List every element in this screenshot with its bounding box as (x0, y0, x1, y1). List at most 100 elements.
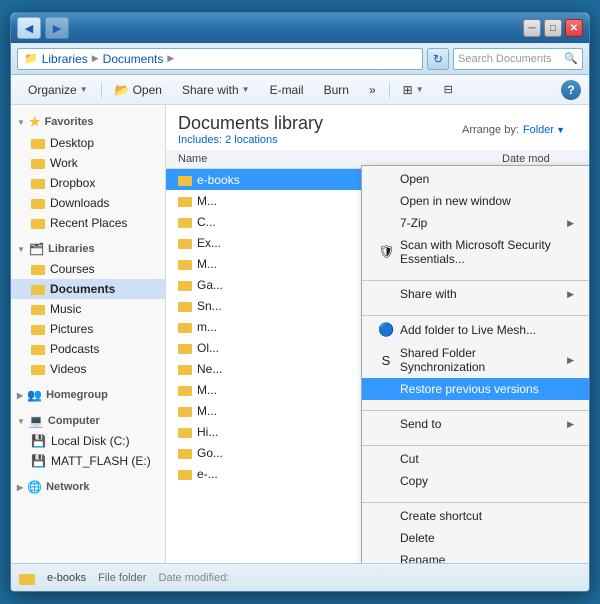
context-menu-item-16[interactable]: Create shortcut (362, 505, 589, 527)
ctx-item-arrow-icon: ▶ (567, 419, 574, 430)
sidebar-item-documents[interactable]: Documents (11, 279, 165, 299)
arrange-value: Folder (523, 124, 554, 136)
libraries-header[interactable]: ▼ 🗂 Libraries (11, 239, 165, 259)
context-menu-item-6[interactable] (362, 305, 589, 313)
context-menu-item-3[interactable]: 🛡Scan with Microsoft Security Essentials… (362, 234, 589, 270)
ctx-item-label: Add folder to Live Mesh... (400, 323, 536, 337)
search-placeholder: Search Documents (458, 53, 552, 65)
podcasts-folder-icon (31, 343, 45, 355)
sidebar-item-downloads[interactable]: Downloads (11, 193, 165, 213)
sidebar-item-podcasts[interactable]: Podcasts (11, 339, 165, 359)
forward-button[interactable]: ▶ (45, 17, 69, 39)
organize-button[interactable]: Organize ▼ (19, 79, 97, 101)
ctx-item-label: 7-Zip (400, 216, 427, 230)
explorer-window: ◀ ▶ ─ □ ✕ 📁 Libraries ▶ Documents ▶ ↻ Se… (10, 12, 590, 592)
context-menu-item-14[interactable]: Copy (362, 470, 589, 492)
ctx-item-icon: 🛡 (378, 244, 394, 260)
breadcrumb-libraries[interactable]: Libraries (42, 52, 88, 66)
view-chevron: ▼ (416, 85, 424, 94)
back-button[interactable]: ◀ (17, 17, 41, 39)
context-menu-item-12[interactable] (362, 435, 589, 443)
ctx-item-icon: S (378, 353, 394, 368)
file-area: Documents library Includes: 2 locations … (166, 105, 589, 563)
context-menu-item-13[interactable]: Cut (362, 448, 589, 470)
context-menu-item-1[interactable]: Open in new window (362, 190, 589, 212)
sidebar-item-local-disk[interactable]: 💾 Local Disk (C:) (11, 431, 165, 451)
sidebar-item-videos[interactable]: Videos (11, 359, 165, 379)
favorites-header[interactable]: ▼ ★ Favorites (11, 111, 165, 133)
homegroup-header[interactable]: ▶ 👥 Homegroup (11, 385, 165, 405)
pane-button[interactable]: ⊟ (435, 79, 462, 101)
favorites-triangle: ▼ (17, 118, 25, 127)
share-with-button[interactable]: Share with ▼ (173, 79, 259, 101)
homegroup-icon: 👥 (27, 388, 42, 402)
sidebar-item-flash-drive[interactable]: 💾 MATT_FLASH (E:) (11, 451, 165, 471)
context-menu-separator (362, 445, 589, 446)
address-box[interactable]: 📁 Libraries ▶ Documents ▶ (17, 48, 423, 70)
computer-header[interactable]: ▼ 💻 Computer (11, 411, 165, 431)
context-menu-item-18[interactable]: Rename (362, 549, 589, 563)
status-item-info: Date modified: (158, 572, 229, 584)
context-menu-item-17[interactable]: Delete (362, 527, 589, 549)
context-menu-item-2[interactable]: 7-Zip▶ (362, 212, 589, 234)
email-button[interactable]: E-mail (261, 79, 313, 101)
context-menu-item-9[interactable]: Restore previous versions (362, 378, 589, 400)
library-subtitle[interactable]: Includes: 2 locations (178, 134, 323, 146)
flash-drive-icon: 💾 (31, 454, 46, 468)
computer-label: Computer (48, 415, 100, 427)
network-header[interactable]: ▶ 🌐 Network (11, 477, 165, 497)
context-menu-separator (362, 315, 589, 316)
help-button[interactable]: ? (561, 80, 581, 100)
sidebar-item-music[interactable]: Music (11, 299, 165, 319)
search-box[interactable]: Search Documents 🔍 (453, 48, 583, 70)
column-date[interactable]: Date mod (502, 153, 577, 165)
refresh-button[interactable]: ↻ (427, 48, 449, 70)
status-bar: e-books File folder Date modified: (11, 563, 589, 591)
sidebar-item-desktop[interactable]: Desktop (11, 133, 165, 153)
file-folder-icon (178, 321, 192, 333)
context-menu-item-8[interactable]: SShared Folder Synchronization▶ (362, 342, 589, 378)
courses-folder-icon (31, 263, 45, 275)
share-chevron: ▼ (242, 85, 250, 94)
sidebar-item-courses[interactable]: Courses (11, 259, 165, 279)
breadcrumb-arrow-1: ▶ (92, 53, 99, 64)
context-menu-item-15[interactable] (362, 492, 589, 500)
dropbox-folder-icon (31, 177, 45, 189)
context-menu: OpenOpen in new window7-Zip▶🛡Scan with M… (361, 165, 589, 563)
libraries-triangle: ▼ (17, 245, 25, 254)
open-button[interactable]: 📂 Open (106, 79, 171, 101)
view-button[interactable]: ⊞ ▼ (394, 79, 433, 101)
breadcrumb-documents[interactable]: Documents (103, 52, 164, 66)
arrange-dropdown[interactable]: Folder ▼ (523, 124, 565, 136)
file-folder-icon (178, 279, 192, 291)
sidebar-item-dropbox[interactable]: Dropbox (11, 173, 165, 193)
sidebar-item-work[interactable]: Work (11, 153, 165, 173)
context-menu-item-0[interactable]: Open (362, 168, 589, 190)
breadcrumb-arrow-2: ▶ (167, 53, 174, 64)
sidebar-item-recent-places[interactable]: Recent Places (11, 213, 165, 233)
view-icon: ⊞ (403, 83, 413, 97)
file-folder-icon (178, 237, 192, 249)
sidebar-item-pictures[interactable]: Pictures (11, 319, 165, 339)
maximize-button[interactable]: □ (544, 19, 562, 37)
title-bar: ◀ ▶ ─ □ ✕ (11, 13, 589, 43)
toolbar-separator-2 (389, 82, 390, 98)
sidebar: ▼ ★ Favorites Desktop Work Dropbox (11, 105, 166, 563)
favorites-section: ▼ ★ Favorites Desktop Work Dropbox (11, 111, 165, 233)
arrange-chevron-icon: ▼ (556, 125, 565, 135)
arrange-by-label: Arrange by: (462, 124, 519, 136)
column-name[interactable]: Name (178, 153, 502, 165)
window-controls: ─ □ ✕ (523, 19, 583, 37)
context-menu-item-5[interactable]: Share with▶ (362, 283, 589, 305)
context-menu-item-4[interactable] (362, 270, 589, 278)
context-menu-item-7[interactable]: 🔵Add folder to Live Mesh... (362, 318, 589, 342)
context-menu-item-11[interactable]: Send to▶ (362, 413, 589, 435)
burn-button[interactable]: Burn (315, 79, 358, 101)
ctx-item-label: Rename (400, 553, 445, 563)
minimize-button[interactable]: ─ (523, 19, 541, 37)
close-button[interactable]: ✕ (565, 19, 583, 37)
context-menu-item-10[interactable] (362, 400, 589, 408)
homegroup-label: Homegroup (46, 389, 108, 401)
recent-folder-icon (31, 217, 45, 229)
more-button[interactable]: » (360, 79, 385, 101)
